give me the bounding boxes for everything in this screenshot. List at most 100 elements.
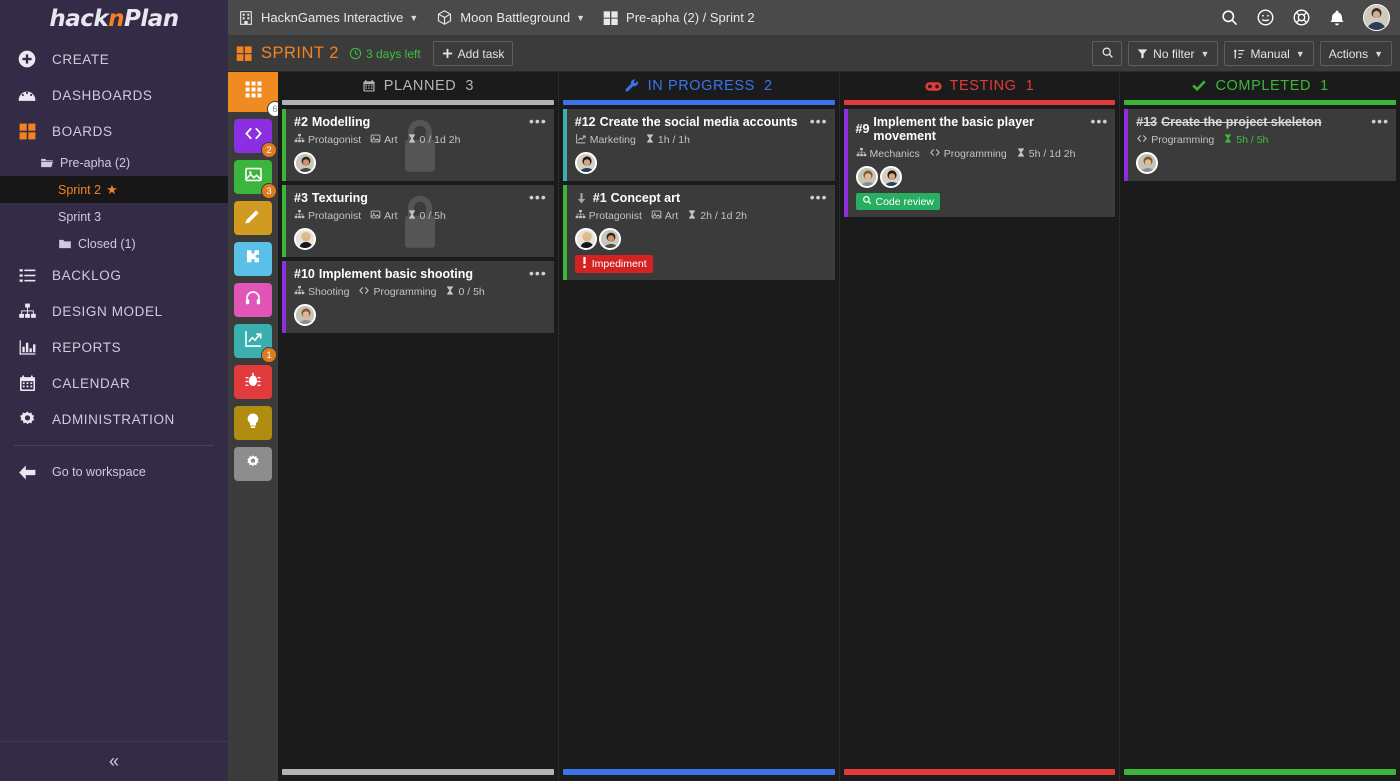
logo[interactable]: hacknPlan [0, 0, 228, 36]
dashboard-icon [12, 85, 42, 105]
actions-button[interactable]: Actions ▼ [1319, 41, 1392, 66]
rail-item-audio[interactable] [234, 283, 272, 317]
task-card[interactable]: ••• #3 Texturing Protagonist Art 0 / 5h [282, 185, 554, 257]
sidebar-item-administration[interactable]: ADMINISTRATION [0, 401, 228, 437]
avatar[interactable] [598, 228, 621, 250]
folder-icon [58, 237, 72, 251]
sidebar-item-calendar[interactable]: CALENDAR [0, 365, 228, 401]
status-badge-label: Impediment [591, 258, 647, 270]
card-avatars [574, 228, 827, 250]
chevron-down-icon: ▼ [1200, 48, 1210, 59]
card-title: #12 Create the social media accounts [575, 115, 827, 129]
sitemap-icon [856, 147, 867, 161]
sidebar-item-pre-apha[interactable]: Pre-apha (2) [0, 149, 228, 176]
sidebar-item-closed-label: Closed (1) [78, 236, 136, 251]
wrench-icon [625, 78, 640, 94]
sidebar-item-sprint-3[interactable]: Sprint 3 [0, 203, 228, 230]
sidebar-item-dashboards[interactable]: DASHBOARDS [0, 77, 228, 113]
card-menu-button[interactable]: ••• [529, 190, 547, 204]
breadcrumb-project[interactable]: Moon Battleground ▼ [436, 9, 585, 26]
rail-item-art[interactable]: 3 [234, 160, 277, 199]
column-in-progress-scrollbar[interactable] [562, 769, 835, 775]
sidebar-item-sprint-3-label: Sprint 3 [58, 209, 102, 224]
column-testing-scrollbar[interactable] [843, 769, 1116, 775]
sidebar-item-reports[interactable]: REPORTS [0, 329, 228, 365]
rail-item-bug[interactable] [234, 365, 272, 399]
avatar[interactable] [294, 228, 316, 250]
status-badge[interactable]: Code review [855, 193, 940, 210]
avatar[interactable] [574, 228, 597, 250]
sidebar-item-design-model[interactable]: DESIGN MODEL [0, 293, 228, 329]
column-testing-title: TESTING [949, 78, 1017, 94]
rail-item-design[interactable] [234, 201, 272, 235]
breadcrumb-board[interactable]: Pre-apha (2) / Sprint 2 [603, 10, 755, 26]
task-card[interactable]: ••• #12 Create the social media accounts… [562, 109, 835, 181]
card-avatars [294, 152, 546, 174]
sidebar-item-closed[interactable]: Closed (1) [0, 230, 228, 257]
status-badge[interactable]: Impediment [574, 255, 653, 273]
sort-button[interactable]: Manual ▼ [1224, 41, 1314, 66]
card-design-element: Mechanics [856, 147, 920, 161]
card-menu-button[interactable]: ••• [810, 190, 828, 204]
avatar[interactable] [855, 166, 878, 188]
card-menu-button[interactable]: ••• [529, 266, 547, 280]
card-title: #9 Implement the basic player movement [856, 115, 1108, 143]
board-search-button[interactable] [1092, 41, 1123, 66]
card-meta: Programming 5h / 5h [1136, 133, 1388, 147]
card-menu-button[interactable]: ••• [529, 114, 547, 128]
column-completed-scrollbar[interactable] [1124, 769, 1396, 775]
breadcrumb-organization[interactable]: HacknGames Interactive ▼ [238, 10, 418, 26]
task-card[interactable]: ••• #9 Implement the basic player moveme… [843, 109, 1116, 217]
column-testing-body[interactable]: ••• #9 Implement the basic player moveme… [840, 105, 1120, 781]
rail-item-all-categories[interactable]: 6 [228, 72, 283, 117]
rail-item-idea[interactable] [234, 406, 272, 440]
chevron-down-icon: ▼ [1374, 48, 1383, 59]
card-category: Art [370, 133, 398, 147]
card-design-element-label: Shooting [308, 286, 350, 298]
avatar[interactable] [294, 304, 316, 326]
star-icon[interactable]: ★ [106, 182, 118, 198]
add-task-button[interactable]: Add task [432, 41, 514, 66]
rail-item-marketing[interactable]: 1 [234, 324, 277, 363]
task-card[interactable]: ••• #2 Modelling Protagonist Art 0 / 1d … [282, 109, 554, 181]
card-menu-button[interactable]: ••• [1091, 114, 1109, 128]
task-card[interactable]: ••• #13 Create the project skeleton Prog… [1124, 109, 1396, 181]
card-number: #10 [294, 267, 315, 281]
card-menu-button[interactable]: ••• [810, 114, 828, 128]
avatar[interactable] [294, 152, 316, 174]
card-menu-button[interactable]: ••• [1371, 114, 1389, 128]
chevron-down-icon: ▼ [576, 12, 586, 23]
breadcrumb-organization-label: HacknGames Interactive [261, 10, 404, 25]
card-avatars [294, 228, 546, 250]
card-category: Programming [358, 285, 436, 299]
task-card[interactable]: ••• #1 Concept art Protagonist Art 2h / … [562, 185, 835, 280]
avatar[interactable] [879, 166, 902, 188]
lifering-icon[interactable] [1292, 8, 1311, 27]
avatar[interactable] [1136, 152, 1159, 174]
sidebar-item-boards-label: BOARDS [52, 123, 113, 139]
bell-icon[interactable] [1328, 9, 1346, 27]
task-card[interactable]: ••• #10 Implement basic shooting Shootin… [282, 261, 554, 333]
card-hours-label: 2h / 1d 2h [700, 210, 748, 222]
column-completed-body[interactable]: ••• #13 Create the project skeleton Prog… [1120, 105, 1400, 781]
rail-item-level-design[interactable] [234, 242, 272, 276]
column-planned-scrollbar[interactable] [282, 769, 554, 775]
card-category-label: Art [384, 134, 398, 146]
rail-item-settings[interactable] [234, 447, 272, 481]
go-to-workspace[interactable]: Go to workspace [0, 454, 228, 490]
filter-button[interactable]: No filter ▼ [1128, 41, 1219, 66]
sidebar-item-boards[interactable]: BOARDS [0, 113, 228, 149]
column-in-progress-body[interactable]: ••• #12 Create the social media accounts… [559, 105, 839, 781]
avatar[interactable] [1363, 4, 1390, 31]
smiley-icon[interactable] [1256, 8, 1275, 27]
avatar[interactable] [574, 152, 597, 174]
sidebar-item-create[interactable]: CREATE [0, 41, 228, 77]
rail-item-programming[interactable]: 2 [234, 119, 277, 158]
sidebar-item-sprint-2[interactable]: Sprint 2 ★ [0, 176, 228, 203]
column-planned-body[interactable]: ••• #2 Modelling Protagonist Art 0 / 1d … [278, 105, 558, 781]
search-icon[interactable] [1220, 8, 1239, 27]
sidebar-item-backlog[interactable]: BACKLOG [0, 257, 228, 293]
sidebar-collapse-button[interactable]: « [0, 741, 228, 781]
hourglass-icon [445, 285, 455, 299]
card-name: Create the social media accounts [599, 115, 798, 129]
